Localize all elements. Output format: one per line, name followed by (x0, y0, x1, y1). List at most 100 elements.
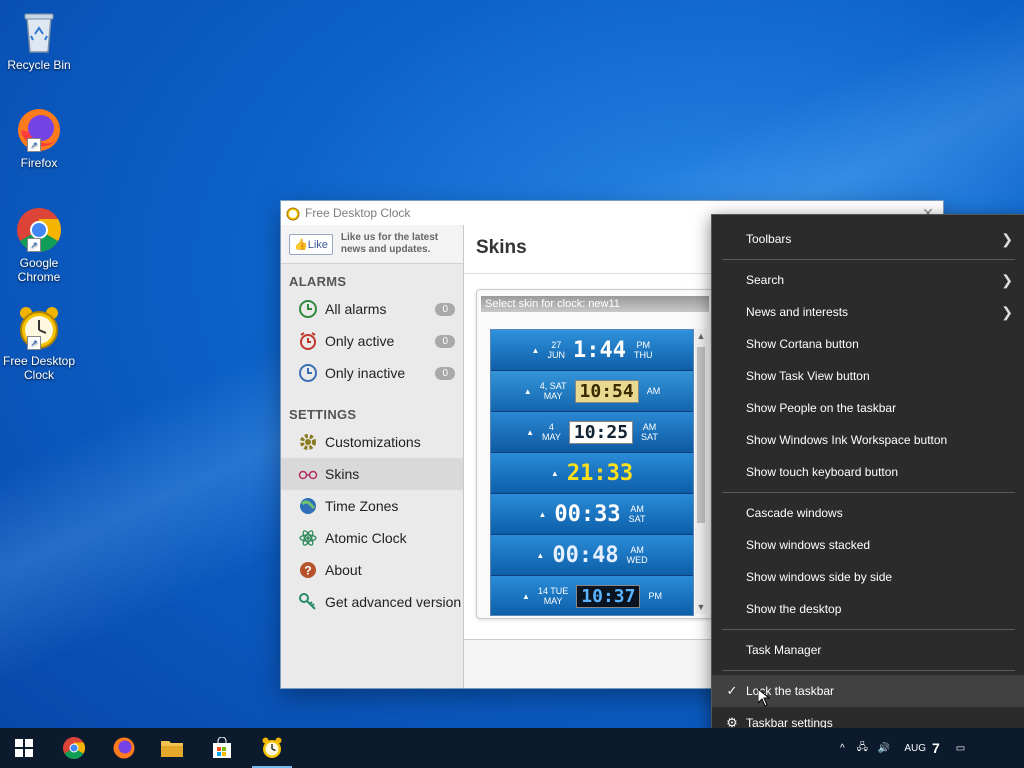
firefox-icon (113, 737, 135, 759)
skin-option[interactable]: ▲ 00:33 AM SAT (491, 494, 693, 535)
skin-option[interactable]: ▲ 14 TUE MAY 10:37 PM (491, 576, 693, 615)
skin-time: 00:33 (554, 501, 621, 527)
taskbar-firefox[interactable] (100, 728, 148, 768)
taskbar-chrome[interactable] (50, 728, 98, 768)
desktop-icon-recycle-bin[interactable]: Recycle Bin (2, 8, 76, 72)
clock-icon (297, 362, 319, 384)
menu-item-show-task-view-button[interactable]: Show Task View button (712, 360, 1024, 392)
menu-item-label: Show windows side by side (746, 570, 893, 584)
scroll-up-icon[interactable]: ▲ (695, 331, 707, 341)
action-center-icon[interactable]: ▭ (956, 743, 965, 754)
sidebar-item-time-zones[interactable]: Time Zones (281, 490, 463, 522)
sidebar-item-only-inactive[interactable]: Only inactive 0 (281, 357, 463, 389)
skin-date-bottom: JUN (547, 350, 565, 360)
menu-item-show-windows-stacked[interactable]: Show windows stacked (712, 529, 1024, 561)
menu-item-show-people[interactable]: Show People on the taskbar (712, 392, 1024, 424)
clock-icon (297, 298, 319, 320)
tray-date[interactable]: AUG (904, 743, 926, 754)
skin-option[interactable]: ▲ 00:48 AM WED (491, 535, 693, 576)
taskbar-store[interactable] (198, 728, 246, 768)
sidebar-item-only-active[interactable]: Only active 0 (281, 325, 463, 357)
count-badge: 0 (435, 302, 455, 316)
menu-item-show-touch-keyboard[interactable]: Show touch keyboard button (712, 456, 1024, 488)
skin-time: 00:48 (552, 542, 619, 568)
skin-time: 10:25 (568, 420, 634, 444)
skin-panel-header: Select skin for clock: new11 (481, 296, 709, 312)
show-hidden-icons-icon[interactable]: ^ (840, 743, 845, 754)
menu-item-show-cortana-button[interactable]: Show Cortana button (712, 328, 1024, 360)
like-box: 👍Like Like us for the latest news and up… (281, 225, 463, 264)
skin-option[interactable]: ▲ 4, SAT MAY 10:54 AM (491, 371, 693, 412)
skin-suffix-top: PM (648, 591, 662, 601)
skin-date: 4 MAY (542, 422, 561, 442)
windows-logo-icon (15, 739, 33, 757)
menu-item-show-windows-side-by-side[interactable]: Show windows side by side (712, 561, 1024, 593)
alarm-clock-icon (262, 737, 282, 758)
like-button[interactable]: 👍Like (289, 233, 333, 255)
network-icon[interactable]: 🖧 (857, 740, 868, 757)
menu-item-show-ink-workspace[interactable]: Show Windows Ink Workspace button (712, 424, 1024, 456)
sidebar-item-get-advanced-version[interactable]: Get advanced version (281, 586, 463, 618)
taskbar[interactable]: ^ 🖧 🔊 AUG 7 ▭ (0, 728, 1024, 768)
skin-option[interactable]: ▲ 21:33 (491, 453, 693, 494)
skin-suffix: AM SAT (629, 504, 646, 524)
skin-option[interactable]: ▲ 4 MAY 10:25 AM SAT (491, 412, 693, 453)
taskbar-file-explorer[interactable] (148, 728, 196, 768)
skin-time: 10:54 (574, 379, 639, 403)
sidebar-item-label: Skins (325, 466, 360, 482)
help-icon: ? (297, 559, 319, 581)
skin-suffix: PM (648, 591, 662, 601)
skin-time: 10:37 (576, 584, 641, 608)
sidebar-item-label: Only inactive (325, 365, 406, 381)
sidebar-item-label: Time Zones (325, 498, 399, 514)
menu-item-label: News and interests (746, 305, 849, 319)
desktop-icon-firefox[interactable]: ↗ Firefox (2, 106, 76, 170)
glasses-icon (297, 463, 319, 485)
shortcut-arrow-icon: ↗ (27, 138, 41, 152)
sidebar-item-all-alarms[interactable]: All alarms 0 (281, 293, 463, 325)
system-tray[interactable]: ^ 🖧 🔊 AUG 7 ▭ (840, 728, 965, 768)
menu-item-search[interactable]: Search ❯ (712, 264, 1024, 296)
store-bag-icon (213, 737, 231, 758)
start-button[interactable] (0, 728, 48, 768)
triangle-up-icon: ▲ (522, 591, 530, 601)
desktop-icon-label: Google Chrome (17, 256, 61, 284)
menu-item-cascade-windows[interactable]: Cascade windows (712, 497, 1024, 529)
chrome-icon: ↗ (15, 206, 63, 254)
like-text: Like us for the latest news and updates. (340, 232, 439, 255)
menu-item-task-manager[interactable]: Task Manager (712, 634, 1024, 666)
svg-text:?: ? (304, 564, 311, 578)
taskbar-free-desktop-clock[interactable] (248, 728, 296, 768)
folder-icon (161, 741, 183, 757)
skin-suffix: AM WED (627, 545, 648, 565)
skin-list[interactable]: ▲ 27 JUN 1:44 PM THU ▲ 4, SAT MAY 10:54 AM ▲ 4 MAY 10:… (490, 329, 694, 616)
scroll-down-icon[interactable]: ▼ (695, 602, 707, 612)
firefox-icon: ↗ (15, 106, 63, 154)
volume-icon[interactable]: 🔊 (878, 743, 890, 754)
skin-option[interactable]: ▲ 27 JUN 1:44 PM THU (491, 330, 693, 371)
desktop-icon-google-chrome[interactable]: ↗ Google Chrome (2, 206, 76, 284)
settings-heading: SETTINGS (289, 407, 357, 422)
globe-icon (297, 495, 319, 517)
sidebar-item-label: Atomic Clock (325, 530, 407, 546)
desktop-icon-free-desktop-clock[interactable]: ↗ Free Desktop Clock (2, 304, 76, 382)
sidebar-item-skins[interactable]: Skins (281, 458, 463, 490)
recycle-bin-icon (15, 8, 63, 56)
scrollbar-thumb[interactable] (697, 347, 705, 523)
menu-item-show-the-desktop[interactable]: Show the desktop (712, 593, 1024, 625)
scrollbar[interactable]: ▲ ▼ (695, 329, 707, 614)
tray-day: 7 (931, 740, 940, 756)
desktop-icon-label: Free Desktop Clock (2, 354, 76, 382)
menu-item-news-and-interests[interactable]: News and interests ❯ (712, 296, 1024, 328)
sidebar-item-atomic-clock[interactable]: Atomic Clock (281, 522, 463, 554)
menu-item-label: Show Task View button (746, 369, 870, 383)
mouse-cursor-icon (758, 689, 770, 707)
skin-date-bottom: MAY (543, 596, 563, 606)
menu-item-toolbars[interactable]: Toolbars ❯ (712, 223, 1024, 255)
sidebar-item-label: Get advanced version (325, 594, 462, 610)
triangle-up-icon: ▲ (536, 550, 545, 560)
sidebar-item-customizations[interactable]: Customizations (281, 426, 463, 458)
skin-suffix-bottom: WED (626, 555, 648, 565)
skin-suffix-top: AM (630, 545, 644, 555)
sidebar-item-about[interactable]: ? About (281, 554, 463, 586)
